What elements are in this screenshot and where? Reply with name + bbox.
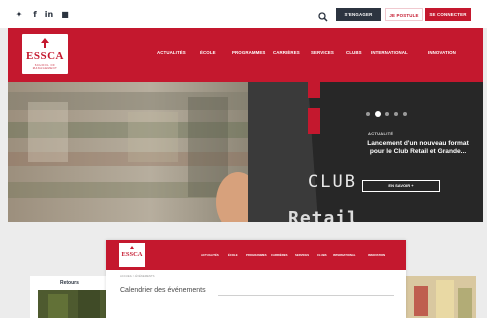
twitter-icon[interactable]: ✦: [14, 10, 24, 20]
carousel-dot[interactable]: [385, 112, 389, 116]
news-card-image: [38, 290, 108, 318]
nav-item-programmes[interactable]: PROGRAMMES: [232, 50, 265, 55]
youtube-icon[interactable]: ■: [60, 10, 70, 20]
carousel-dot[interactable]: [403, 112, 407, 116]
embedded-nav-item[interactable]: INTERNATIONAL: [333, 253, 356, 257]
embedded-nav-item[interactable]: PROGRAMMES: [246, 253, 267, 257]
apply-button[interactable]: JE POSTULE: [385, 8, 423, 21]
nav-item-innovation[interactable]: INNOVATION: [428, 50, 456, 55]
nav-item-actualites[interactable]: ACTUALITÉS: [157, 50, 186, 55]
nav-item-carrieres[interactable]: CARRIÈRES: [273, 50, 300, 55]
embedded-nav-item[interactable]: INNOVATION: [368, 253, 385, 257]
hero-kicker: ACTUALITÉ: [368, 131, 394, 136]
logo[interactable]: ESSCA SCHOOL OF MANAGEMENT: [22, 34, 68, 74]
top-utility-bar: ✦ f in ■ S'ENGAGER JE POSTULE SE CONNECT…: [0, 0, 487, 28]
read-more-button[interactable]: EN SAVOIR +: [362, 180, 440, 192]
hero-headline: Lancement d'un nouveau format pour le Cl…: [367, 140, 469, 155]
embedded-nav-item[interactable]: ACTUALITÉS: [201, 253, 219, 257]
carousel-dot[interactable]: [366, 112, 370, 116]
main-header: [8, 28, 483, 82]
nav-item-services[interactable]: SERVICES: [311, 50, 334, 55]
carousel-dot[interactable]: [394, 112, 398, 116]
right-photo-strip: [406, 276, 476, 318]
nav-item-international[interactable]: INTERNATIONAL: [371, 50, 408, 55]
embedded-page-title: Calendrier des événements: [120, 287, 206, 294]
embedded-breadcrumb[interactable]: ACCUEIL > ÉVÉNEMENTS: [120, 274, 154, 278]
hero-sign-club: CLUB: [308, 172, 357, 192]
embedded-logo-wordmark: ESSCA: [121, 251, 143, 258]
logo-subtitle: SCHOOL OF MANAGEMENT: [32, 64, 58, 70]
carousel-dot-active[interactable]: [375, 111, 381, 117]
nav-item-ecole[interactable]: ÉCOLE: [200, 50, 216, 55]
embedded-nav-item[interactable]: CARRIÈRES: [271, 253, 287, 257]
embedded-nav-item[interactable]: SERVICES: [295, 253, 309, 257]
nav-item-clubs[interactable]: CLUBS: [346, 50, 362, 55]
embedded-page-preview: ESSCA ACTUALITÉS ÉCOLE PROGRAMMES CARRIÈ…: [106, 240, 406, 318]
linkedin-icon[interactable]: in: [44, 10, 54, 20]
hero-sign-retail: Retail: [288, 208, 360, 222]
embedded-nav-item[interactable]: CLUBS: [317, 253, 327, 257]
logo-wordmark: ESSCA: [26, 50, 64, 62]
title-divider: [218, 295, 394, 296]
embedded-logo[interactable]: ESSCA: [119, 243, 145, 267]
carousel-dots: [366, 111, 416, 118]
login-button[interactable]: SE CONNECTER: [425, 8, 471, 21]
espaces-button[interactable]: S'ENGAGER: [336, 8, 381, 21]
search-icon[interactable]: [318, 9, 328, 22]
facebook-icon[interactable]: f: [30, 10, 40, 20]
embedded-nav-item[interactable]: ÉCOLE: [228, 253, 238, 257]
hero-banner: CLUB Retail ACTUALITÉ Lancement d'un nou…: [8, 82, 483, 222]
news-card-label: Retours: [60, 280, 79, 286]
